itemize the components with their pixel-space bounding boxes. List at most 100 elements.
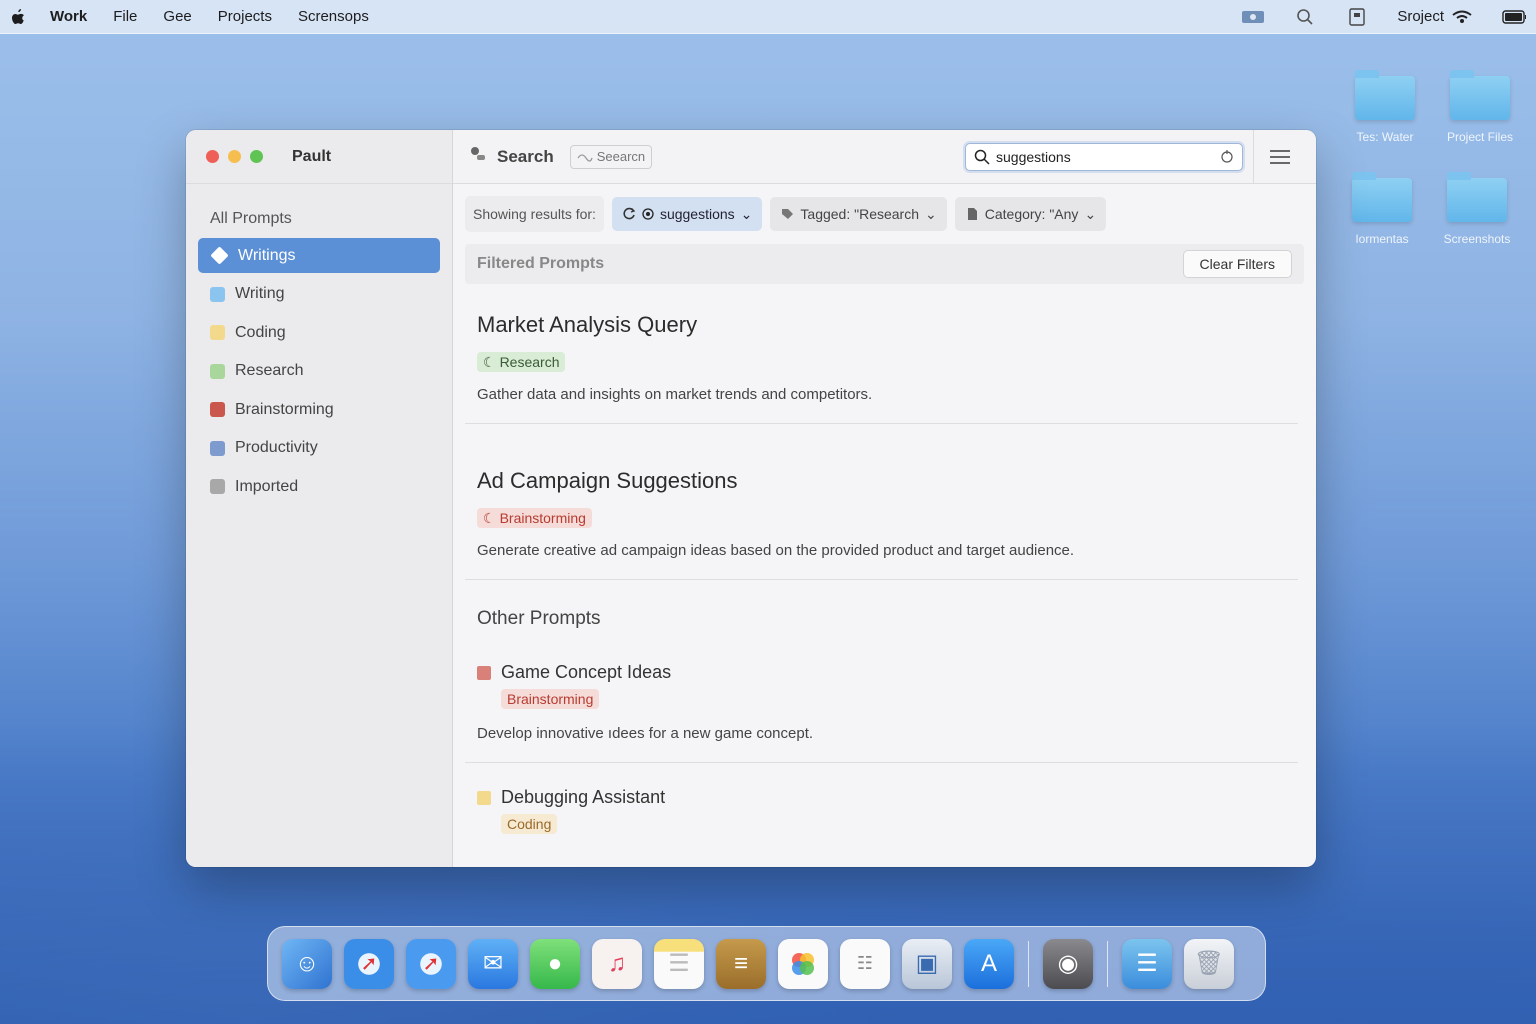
prompt-description: Gather data and insights on market trend… [477, 386, 873, 403]
clear-filters-button[interactable]: Clear Filters [1182, 250, 1292, 278]
messages-icon[interactable]: ● [530, 938, 580, 989]
folder-label: Project Files [1446, 130, 1514, 144]
sidebar-item-writings[interactable]: Writings [198, 238, 440, 273]
screenshot-icon[interactable]: ◉ [1043, 938, 1093, 989]
results-content: Filtered Prompts Clear Filters Market An… [453, 244, 1316, 867]
menu-scrensops[interactable]: Scrensops [298, 8, 369, 25]
folder-label: Screenshots [1443, 232, 1511, 246]
desktop-folder[interactable]: Iormentas [1332, 172, 1432, 246]
sidebar-header: Pault [186, 130, 452, 184]
tag-curve-icon: ☾ [483, 509, 496, 526]
zoom-window-button[interactable] [250, 150, 263, 163]
desktop-folder[interactable]: Project Files [1430, 70, 1530, 144]
app-store-icon[interactable]: A [964, 938, 1014, 989]
sidebar-item-brainstorming[interactable]: Brainstorming [198, 392, 440, 427]
dock-divider [1028, 940, 1029, 987]
search-icon [974, 149, 990, 165]
safari-icon[interactable]: ➚ [406, 938, 456, 989]
prompt-title: Ad Campaign Suggestions [477, 468, 738, 493]
prompt-list-item[interactable]: Game Concept Ideas Brainstorming Develop… [465, 630, 1298, 763]
tag-badge[interactable]: ☾ Brainstorming [477, 508, 592, 528]
sidebar-item-imported[interactable]: Imported [198, 469, 440, 504]
apple-menu-icon[interactable] [10, 8, 28, 26]
sidebar-item-writing[interactable]: Writing [198, 277, 440, 312]
tag-badge[interactable]: Brainstorming [501, 689, 600, 709]
sidebar-item-label: Research [235, 362, 304, 379]
hamburger-menu-button[interactable] [1260, 137, 1300, 177]
desktop-folder[interactable]: Screenshots [1427, 172, 1527, 246]
tag-icon [782, 209, 794, 219]
menu-work[interactable]: Work [50, 8, 87, 25]
close-window-button[interactable] [206, 150, 219, 163]
filtered-prompts-heading: Filtered Prompts [477, 255, 605, 272]
prompt-title: Debugging Assistant [501, 787, 666, 807]
sidebar-item-label: Imported [235, 477, 299, 495]
minimize-window-button[interactable] [228, 150, 241, 163]
chevron-down-icon: ⌄ [1084, 205, 1097, 222]
photos-icon[interactable] [778, 938, 828, 989]
search-field[interactable] [965, 142, 1243, 171]
desktop-folder[interactable]: Tes: Water [1335, 70, 1435, 144]
dock: ☺ ➚ ➚ ✉ ● ♫ ☰ ≡ ☷ ▣ A ◉ ☰ 🗑 [267, 926, 1266, 1001]
notes-icon[interactable]: ☰ [654, 938, 704, 989]
tag-badge[interactable]: ☾ Research [477, 352, 566, 372]
tag-badge[interactable]: Coding [501, 814, 558, 834]
safari-icon[interactable]: ➚ [344, 938, 394, 989]
books-icon[interactable]: ≡ [716, 938, 766, 989]
sidebar-item-coding[interactable]: Coding [198, 315, 440, 350]
category-color-swatch [210, 440, 225, 456]
category-color-swatch [210, 479, 225, 494]
folder-label: Iormentas [1355, 232, 1409, 246]
menu-file[interactable]: File [113, 8, 137, 25]
sidebar-item-label: Writing [235, 285, 285, 302]
battery-icon[interactable] [1502, 8, 1526, 26]
category-chip-label: Category: "Any [984, 206, 1079, 222]
filtered-prompts-header: Filtered Prompts Clear Filters [465, 244, 1304, 284]
menu-projects[interactable]: Projects [218, 8, 272, 25]
prompt-card[interactable]: Market Analysis Query ☾ Research Gather … [465, 284, 1298, 424]
folder-label: Tes: Water [1356, 130, 1414, 144]
wifi-icon[interactable] [1450, 8, 1474, 26]
reminders-icon[interactable]: ☷ [840, 938, 890, 989]
preview-icon[interactable]: ▣ [902, 938, 952, 989]
diamond-icon [210, 246, 229, 265]
app-window: Pault All Prompts Writings Writing Codin… [186, 130, 1316, 867]
control-center-icon[interactable] [1345, 7, 1369, 26]
sidebar-item-label: Productivity [235, 439, 318, 456]
spotlight-search-icon[interactable] [1293, 8, 1317, 26]
toolbar-tag-label: Seearcn [596, 149, 646, 164]
tag-badge-label: Brainstorming [499, 510, 586, 526]
category-color-swatch [210, 402, 225, 417]
finder-icon[interactable]: ☺ [282, 938, 332, 989]
tag-filter-chip[interactable]: Tagged: "Research ⌄ [770, 197, 947, 231]
toolbar-title: Search [497, 146, 554, 166]
sidebar-item-research[interactable]: Research [198, 354, 440, 389]
tag-chip-label: Tagged: "Research [800, 206, 920, 222]
filter-label: Showing results for: [465, 196, 604, 232]
trash-icon[interactable]: 🗑 [1184, 938, 1234, 989]
dock-divider [1107, 940, 1108, 987]
clear-search-icon[interactable] [1220, 149, 1234, 164]
category-color-swatch [477, 790, 491, 805]
toolbar: Search Seearcn [453, 130, 1316, 184]
prompt-list-item[interactable]: Debugging Assistant Coding [465, 763, 1298, 854]
category-filter-chip[interactable]: Category: "Any ⌄ [954, 197, 1107, 231]
toolbar-search-tag[interactable]: Seearcn [569, 144, 653, 169]
menu-gee[interactable]: Gee [163, 8, 191, 25]
at-sign-icon [642, 208, 654, 220]
search-input[interactable] [996, 148, 1220, 165]
music-icon[interactable]: ♫ [592, 938, 642, 989]
prompt-title: Market Analysis Query [477, 312, 698, 337]
sidebar-item-productivity[interactable]: Productivity [198, 431, 440, 466]
mail-icon[interactable]: ✉ [468, 938, 518, 989]
chevron-down-icon: ⌄ [925, 205, 937, 222]
query-filter-chip[interactable]: suggestions ⌄ [611, 197, 763, 231]
prompt-card[interactable]: Ad Campaign Suggestions ☾ Brainstorming … [465, 424, 1298, 580]
sidebar-item-label: Brainstorming [235, 400, 334, 418]
refresh-icon [623, 207, 636, 220]
menubar-status-label[interactable]: Sroject [1397, 8, 1444, 25]
tag-badge-label: Research [499, 354, 560, 370]
screen-record-icon[interactable] [1241, 8, 1265, 26]
sidebar-all-prompts[interactable]: All Prompts [198, 206, 440, 238]
downloads-folder-icon[interactable]: ☰ [1122, 938, 1172, 989]
